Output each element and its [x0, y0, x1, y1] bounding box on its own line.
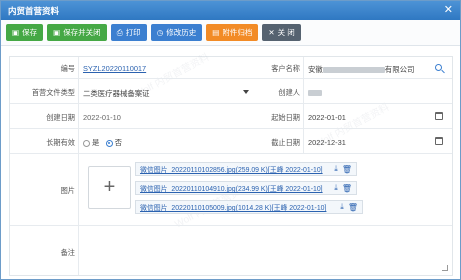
trash-icon[interactable]: 🗑 [348, 203, 358, 212]
print-button[interactable]: ⎙ 打印 [110, 24, 147, 41]
form-row-dates: 创建日期 2022-01-10 起始日期 2022-01-01 [10, 104, 452, 129]
customer-prefix: 安徽 [308, 65, 323, 74]
resize-handle[interactable] [442, 265, 448, 271]
archive-icon: ▤ [212, 28, 220, 37]
calendar-icon[interactable] [435, 112, 443, 120]
clock-icon: ◷ [156, 28, 164, 37]
form-row-images: 图片 + 微信图片_20220110102856.jpg(259.09 K)[王… [10, 154, 452, 226]
close-button[interactable]: ✕ 关 闭 [262, 24, 301, 41]
print-icon: ⎙ [116, 27, 123, 37]
close-icon[interactable]: ✕ [444, 5, 453, 16]
attachments-button[interactable]: ▤ 附件归档 [206, 24, 259, 41]
long-term-radio-group: 是 否 [83, 137, 122, 148]
attachment-link[interactable]: 微信图片_20220110105009.jpg(1014.28 K)[王峰 20… [140, 202, 336, 212]
customer-label: 客户名称 [271, 64, 300, 73]
save-and-close-button[interactable]: ▣ 保存并关闭 [47, 24, 107, 41]
close-icon: ✕ [268, 28, 275, 37]
title-bar: 内贸首营资料 ✕ [1, 1, 460, 20]
form-row-doc-type: 首营文件类型 二类医疗器械备案证 创建人 [10, 79, 452, 104]
radio-no[interactable] [105, 139, 113, 147]
save-button[interactable]: ▣ 保存 [6, 24, 44, 41]
dialog-window: 内贸首营资料 ✕ ▣ 保存 ▣ 保存并关闭 ⎙ 打印 ◷ 修改历史 ▤ 附件归档… [0, 0, 461, 280]
form-row-remark: 备注 [10, 226, 452, 276]
divider [303, 57, 304, 154]
attachment-link[interactable]: 微信图片_20220110104910.jpg(234.99 K)[王峰 202… [140, 183, 330, 193]
form-row-number: 编号 SYZL20220110017 客户名称 安徽 有限公司 [10, 57, 452, 79]
remark-label: 备注 [60, 248, 75, 257]
remark-textarea[interactable] [80, 229, 450, 273]
history-button-label: 修改历史 [166, 28, 197, 37]
save-and-close-button-label: 保存并关闭 [63, 28, 101, 37]
number-value[interactable]: SYZL20220110017 [83, 64, 146, 73]
start-date-input[interactable]: 2022-01-01 [308, 113, 346, 122]
divider [78, 57, 79, 275]
radio-yes-label: 是 [92, 138, 100, 147]
number-label: 编号 [60, 64, 75, 73]
attachment-item: 微信图片_20220110104910.jpg(234.99 K)[王峰 202… [135, 181, 357, 195]
download-icon[interactable]: ⤓ [340, 202, 344, 212]
redacted-block [322, 67, 385, 74]
customer-suffix: 有限公司 [384, 65, 415, 74]
image-label: 图片 [60, 186, 75, 195]
save-button-label: 保存 [22, 28, 38, 37]
window-title: 内贸首营资料 [8, 5, 60, 16]
attachment-link[interactable]: 微信图片_20220110102856.jpg(259.09 K)[王峰 202… [140, 164, 330, 174]
print-button-label: 打印 [125, 28, 141, 37]
attachment-item: 微信图片_20220110105009.jpg(1014.28 K)[王峰 20… [135, 200, 363, 214]
attachments-button-label: 附件归档 [222, 28, 253, 37]
radio-yes[interactable] [83, 139, 90, 147]
search-icon[interactable] [435, 64, 442, 71]
radio-no-label: 否 [114, 138, 122, 147]
doc-type-select[interactable]: 二类医疗器械备案证 [83, 88, 150, 99]
creator-label: 创建人 [278, 88, 300, 97]
download-icon[interactable]: ⤓ [334, 183, 338, 193]
doc-type-label: 首营文件类型 [31, 88, 75, 97]
customer-field[interactable]: 安徽 有限公司 [308, 64, 414, 75]
save-icon: ▣ [12, 28, 20, 37]
end-date-input[interactable]: 2022-12-31 [308, 138, 346, 147]
save-icon: ▣ [53, 28, 61, 37]
end-date-label: 截止日期 [271, 138, 300, 147]
form-area: Wolf 内贸首营资料 Wolf 内贸首营资料 Wolf 内贸首营资料 编号 S… [9, 52, 453, 276]
attachment-item: 微信图片_20220110102856.jpg(259.09 K)[王峰 202… [135, 162, 357, 176]
history-button[interactable]: ◷ 修改历史 [150, 24, 203, 41]
toolbar: ▣ 保存 ▣ 保存并关闭 ⎙ 打印 ◷ 修改历史 ▤ 附件归档 ✕ 关 闭 [1, 20, 460, 46]
trash-icon[interactable]: 🗑 [342, 165, 352, 174]
long-term-label: 长期有效 [46, 138, 75, 147]
creator-value [308, 88, 322, 97]
created-date-label: 创建日期 [46, 113, 75, 122]
calendar-icon[interactable] [435, 137, 443, 145]
download-icon[interactable]: ⤓ [334, 164, 338, 174]
close-button-label: 关 闭 [277, 28, 295, 37]
created-date-value: 2022-01-10 [83, 113, 121, 122]
form-row-validity: 长期有效 是 否 截止日期 2022-12-31 [10, 129, 452, 154]
start-date-label: 起始日期 [271, 113, 300, 122]
redacted-block [308, 90, 322, 97]
trash-icon[interactable]: 🗑 [342, 184, 352, 193]
upload-button[interactable]: + [88, 166, 131, 209]
